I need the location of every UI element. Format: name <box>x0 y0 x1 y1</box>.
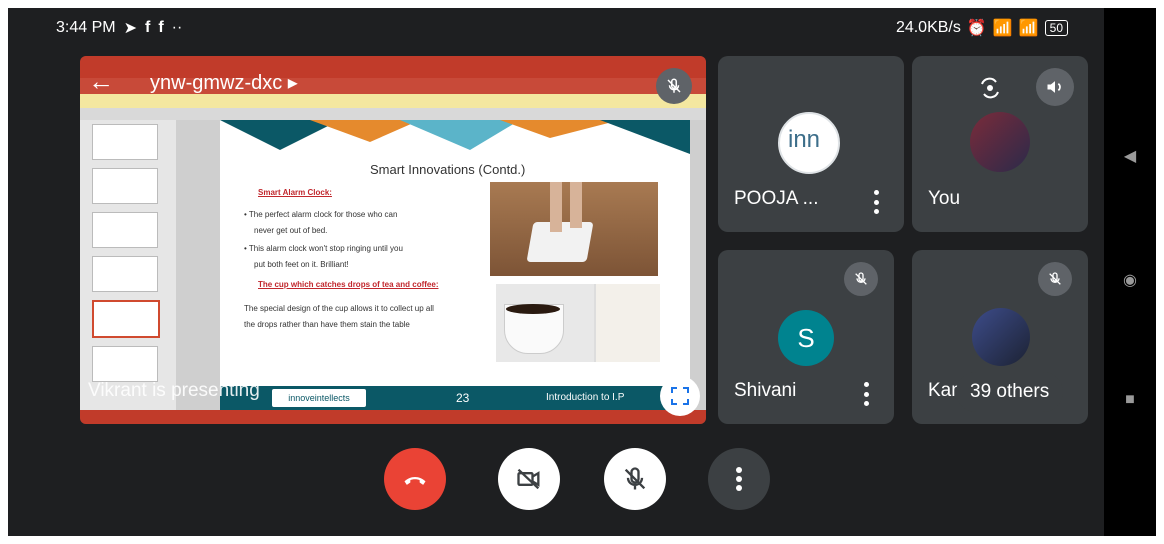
avatar: S <box>778 310 834 366</box>
slide-bullet: • This alarm clock won't stop ringing un… <box>244 244 403 253</box>
participant-name: You <box>928 188 961 209</box>
cup-photo <box>496 284 660 362</box>
slide-bullet: • The perfect alarm clock for those who … <box>244 210 398 219</box>
slide-thumbnail <box>92 168 158 204</box>
others-count-chip[interactable]: 39 others <box>956 372 1064 412</box>
slide-paragraph: the drops rather than have them stain th… <box>244 320 410 329</box>
footer-title: Introduction to I.P <box>546 392 625 403</box>
more-vert-icon <box>736 467 742 491</box>
participant-tile-you[interactable]: You <box>912 56 1088 232</box>
slide-header-graphic <box>220 120 690 154</box>
slide-thumbnail <box>92 212 158 248</box>
slide-bullet-cont: never get out of bed. <box>254 226 328 235</box>
camera-off-icon <box>517 468 540 490</box>
android-nav-bar: ◀ ◉ ■ <box>1104 8 1156 536</box>
participant-name: Shivani <box>734 380 797 401</box>
mic-off-icon <box>624 467 646 490</box>
status-time: 3:44 PM <box>56 19 116 36</box>
phone-screen: 3:44 PM ➤ f f ·· 24.0KB/s ⏰ 📶 📶 50 Smart… <box>8 8 1156 536</box>
slide-canvas: Smart Innovations (Contd.) Smart Alarm C… <box>176 120 706 410</box>
alarm-mat-photo <box>490 182 658 276</box>
presenting-label: Vikrant is presenting <box>88 380 260 401</box>
participant-tile-pooja[interactable]: inn POOJA ... <box>718 56 904 232</box>
mic-off-icon <box>1038 262 1072 296</box>
signal-icon: 📶 <box>1018 20 1039 37</box>
slide-paragraph: The special design of the cup allows it … <box>244 304 434 313</box>
more-notifications-icon: ·· <box>171 19 183 36</box>
more-options-icon[interactable] <box>864 382 870 406</box>
meeting-code[interactable]: ynw-gmwz-dxc ▸ <box>150 70 298 95</box>
mic-toggle-button[interactable] <box>604 448 666 510</box>
more-options-icon[interactable] <box>874 190 880 214</box>
recents-icon[interactable]: ■ <box>1118 388 1142 412</box>
back-icon[interactable]: ◀ <box>1118 144 1142 168</box>
slide-title: Smart Innovations (Contd.) <box>370 162 526 177</box>
end-call-button[interactable] <box>384 448 446 510</box>
camera-toggle-button[interactable] <box>498 448 560 510</box>
status-bar: 3:44 PM ➤ f f ·· 24.0KB/s ⏰ 📶 📶 50 <box>8 8 1156 48</box>
alarm-icon: ⏰ <box>966 20 987 37</box>
slide-heading: The cup which catches drops of tea and c… <box>258 280 439 289</box>
slide-bullet-cont: put both feet on it. Brilliant! <box>254 260 349 269</box>
switch-camera-icon[interactable] <box>972 70 1008 106</box>
slide-heading: Smart Alarm Clock: <box>258 188 332 197</box>
slide-thumbnail <box>92 124 158 160</box>
ppt-status-bar <box>80 410 706 424</box>
fullscreen-icon[interactable] <box>660 376 700 416</box>
ppt-ruler <box>80 108 706 120</box>
speaker-icon[interactable] <box>1036 68 1074 106</box>
slide-thumbnail <box>92 346 158 382</box>
facebook-icon: f <box>158 19 164 36</box>
footer-page-number: 23 <box>456 391 470 405</box>
mic-off-icon <box>844 262 878 296</box>
footer-logo: innoveintellects <box>272 389 366 407</box>
telegram-icon: ➤ <box>123 20 137 37</box>
avatar <box>972 308 1030 366</box>
back-arrow-icon[interactable]: ← <box>88 66 114 97</box>
slide-thumbnail <box>92 256 158 292</box>
participant-tile-others[interactable]: Kama 39 others <box>912 250 1088 424</box>
slide-thumbnails <box>80 120 176 410</box>
participant-name: POOJA ... <box>734 188 819 209</box>
ppt-protected-view-bar <box>80 94 706 108</box>
home-icon[interactable]: ◉ <box>1118 268 1142 292</box>
slide-thumbnail-selected <box>92 300 160 338</box>
avatar <box>970 112 1030 172</box>
hang-up-icon <box>404 476 426 485</box>
more-options-button[interactable] <box>708 448 770 510</box>
presentation-tile[interactable]: Smart Innovations (Contd.) Smart Alarm C… <box>80 56 706 424</box>
avatar: inn <box>778 112 840 174</box>
network-speed: 24.0KB/s <box>895 19 961 36</box>
battery-icon: 50 <box>1044 20 1068 36</box>
mic-off-icon <box>656 68 692 104</box>
slide-footer: innoveintellects 23 Introduction to I.P <box>220 386 690 410</box>
facebook-icon: f <box>145 19 151 36</box>
participant-tile-shivani[interactable]: S Shivani <box>718 250 894 424</box>
signal-icon: 📶 <box>992 20 1013 37</box>
slide: Smart Innovations (Contd.) Smart Alarm C… <box>220 120 690 410</box>
